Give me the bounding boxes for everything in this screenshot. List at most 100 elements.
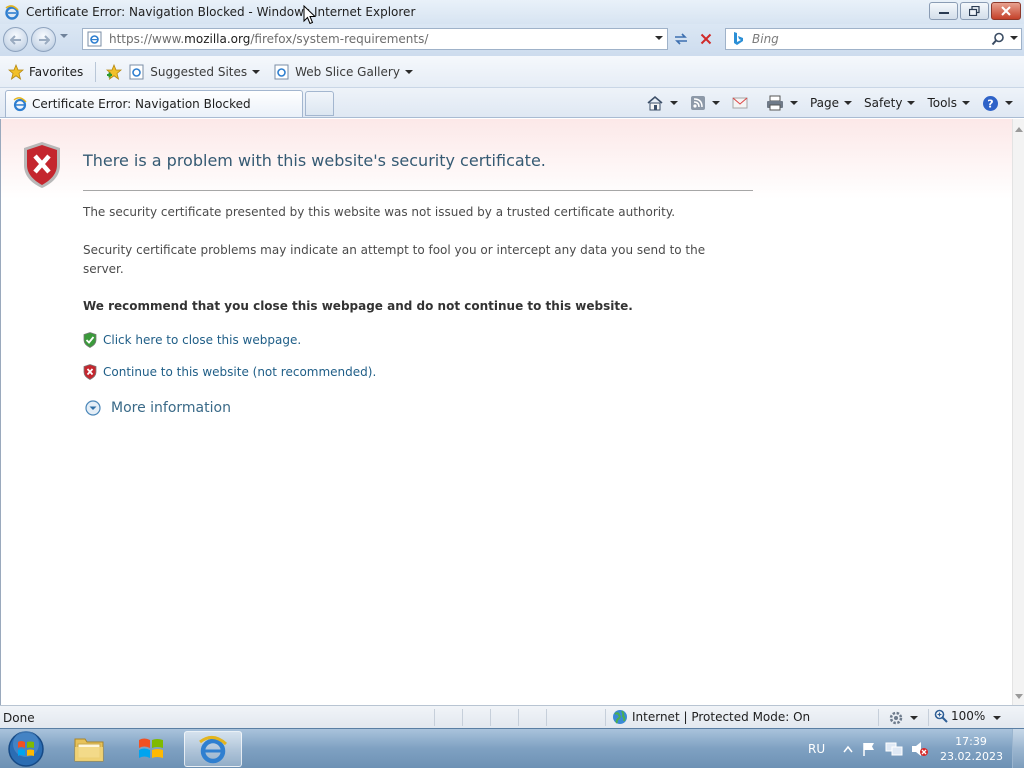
status-divider bbox=[546, 709, 547, 726]
protected-mode-button[interactable] bbox=[888, 710, 918, 726]
add-to-favorites-bar-button[interactable] bbox=[102, 60, 126, 84]
start-button-icon[interactable] bbox=[6, 730, 46, 768]
address-bar[interactable]: https://www.mozilla.org/firefox/system-r… bbox=[82, 28, 668, 50]
taskbar-ie-button[interactable] bbox=[184, 731, 242, 767]
status-divider bbox=[462, 709, 463, 726]
zoom-label: 100% bbox=[951, 709, 986, 723]
address-url[interactable]: https://www.mozilla.org/firefox/system-r… bbox=[109, 32, 428, 46]
certificate-explanation: The security certificate presented by th… bbox=[83, 205, 676, 219]
ie-page-icon bbox=[87, 31, 102, 47]
favorites-link-web-slice-gallery[interactable]: Web Slice Gallery bbox=[271, 60, 416, 84]
zone-label: Internet | Protected Mode: On bbox=[632, 710, 811, 724]
search-button[interactable] bbox=[991, 32, 1005, 49]
vertical-scrollbar[interactable] bbox=[1012, 119, 1024, 705]
tools-menu-button[interactable]: Tools bbox=[924, 92, 973, 114]
clock-date: 23.02.2023 bbox=[940, 750, 1003, 763]
taskbar-explorer-button[interactable] bbox=[60, 731, 118, 767]
tab-label: Certificate Error: Navigation Blocked bbox=[32, 97, 251, 111]
globe-icon bbox=[613, 710, 627, 724]
window-title: Certificate Error: Navigation Blocked - … bbox=[26, 5, 416, 19]
security-zone[interactable]: Internet | Protected Mode: On bbox=[612, 709, 810, 725]
read-mail-button[interactable] bbox=[729, 92, 757, 114]
tools-menu-label: Tools bbox=[927, 96, 957, 110]
new-tab-button[interactable] bbox=[305, 91, 334, 116]
rss-feed-icon bbox=[690, 96, 705, 110]
chevron-down-icon bbox=[669, 101, 678, 105]
back-button[interactable] bbox=[3, 27, 28, 52]
back-arrow-icon bbox=[9, 34, 21, 45]
continue-row: Continue to this website (not recommende… bbox=[83, 364, 376, 380]
more-information-link[interactable]: More information bbox=[111, 400, 231, 416]
zoom-magnifier-icon bbox=[934, 709, 948, 723]
refresh-icon bbox=[675, 33, 687, 45]
tab-certificate-error[interactable]: Certificate Error: Navigation Blocked bbox=[5, 90, 303, 117]
recommendation-text: We recommend that you close this webpage… bbox=[83, 299, 633, 313]
search-icon bbox=[991, 32, 1004, 46]
search-input[interactable] bbox=[752, 32, 982, 46]
chevron-down-icon bbox=[60, 34, 68, 38]
printer-icon bbox=[766, 95, 783, 111]
folder-icon bbox=[74, 738, 104, 762]
divider bbox=[83, 190, 753, 191]
address-dropdown[interactable] bbox=[655, 36, 663, 40]
continue-to-website-link[interactable]: Continue to this website (not recommende… bbox=[103, 365, 376, 379]
windows-flag-icon bbox=[139, 738, 163, 758]
error-shield-icon bbox=[24, 142, 60, 188]
chevron-down-icon bbox=[655, 36, 663, 40]
network-icon[interactable] bbox=[885, 741, 903, 757]
system-tray: RU bbox=[808, 729, 937, 768]
language-indicator[interactable]: RU bbox=[808, 742, 825, 756]
favorites-link-suggested-sites[interactable]: Suggested Sites bbox=[126, 60, 263, 84]
home-button[interactable] bbox=[643, 92, 681, 114]
page-title: There is a problem with this website's s… bbox=[83, 151, 546, 170]
svg-text:?: ? bbox=[987, 97, 993, 110]
zoom-dropdown[interactable] bbox=[993, 716, 1001, 720]
volume-muted-icon[interactable] bbox=[911, 741, 929, 757]
forward-button[interactable] bbox=[31, 27, 56, 52]
search-providers-dropdown[interactable] bbox=[1010, 36, 1018, 40]
close-webpage-link[interactable]: Click here to close this webpage. bbox=[103, 333, 301, 347]
refresh-button[interactable] bbox=[670, 28, 692, 50]
show-desktop-button[interactable] bbox=[1012, 729, 1024, 768]
minimize-button[interactable] bbox=[929, 2, 958, 20]
status-divider bbox=[490, 709, 491, 726]
scroll-up-arrow-icon[interactable] bbox=[1015, 127, 1023, 132]
help-button[interactable]: ? bbox=[979, 92, 1016, 114]
taskbar-media-player-button[interactable] bbox=[122, 731, 180, 767]
page-content: There is a problem with this website's s… bbox=[0, 119, 1024, 705]
url-prefix: https://www. bbox=[109, 32, 185, 46]
feeds-button[interactable] bbox=[687, 92, 723, 114]
stop-button[interactable] bbox=[695, 28, 717, 50]
favorites-button[interactable]: Favorites bbox=[4, 60, 87, 84]
system-clock[interactable]: 17:39 23.02.2023 bbox=[940, 734, 1003, 764]
close-window-button[interactable] bbox=[991, 2, 1021, 20]
page-menu-label: Page bbox=[809, 96, 840, 110]
title-bar: Certificate Error: Navigation Blocked - … bbox=[0, 0, 1024, 24]
add-favorite-icon bbox=[106, 63, 123, 80]
search-box[interactable] bbox=[725, 28, 1022, 50]
chevron-down-icon bbox=[910, 716, 918, 720]
show-hidden-icons-icon[interactable] bbox=[843, 745, 853, 753]
action-center-flag-icon[interactable] bbox=[861, 741, 877, 757]
recent-pages-dropdown[interactable] bbox=[60, 34, 68, 38]
command-bar: Page Safety Tools ? bbox=[637, 91, 1016, 115]
tab-bar: Certificate Error: Navigation Blocked Pa… bbox=[0, 88, 1024, 118]
chevron-down-icon bbox=[252, 69, 261, 74]
chevron-down-icon bbox=[789, 101, 798, 105]
zoom-level-button[interactable]: 100% bbox=[934, 709, 985, 723]
more-information-toggle[interactable]: More information bbox=[85, 400, 231, 416]
scroll-down-arrow-icon[interactable] bbox=[1015, 694, 1023, 699]
forward-arrow-icon bbox=[38, 34, 50, 45]
green-shield-icon bbox=[83, 332, 97, 348]
close-icon bbox=[1001, 6, 1011, 16]
chevron-down-icon bbox=[711, 101, 720, 105]
home-icon bbox=[647, 95, 663, 111]
status-divider bbox=[878, 709, 879, 726]
minimize-icon bbox=[938, 12, 949, 14]
url-path: /firefox/system-requirements/ bbox=[250, 32, 429, 46]
page-menu-button[interactable]: Page bbox=[807, 92, 855, 114]
safety-menu-button[interactable]: Safety bbox=[861, 92, 918, 114]
restore-button[interactable] bbox=[960, 2, 989, 20]
favorites-label: Favorites bbox=[29, 64, 84, 79]
print-button[interactable] bbox=[763, 92, 801, 114]
